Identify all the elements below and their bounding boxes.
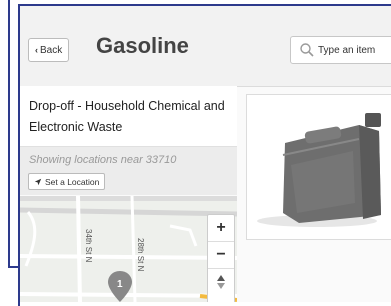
facility-list-item[interactable]: Drop-off - Household Chemical and Electr… (20, 86, 237, 147)
product-image-card (246, 94, 391, 240)
app-window: ‹ Back Gasoline Drop-off - Household Che… (20, 6, 391, 302)
back-button-label: Back (40, 44, 63, 56)
compass-icon (217, 275, 225, 289)
map-canvas: 34th St N 28th St N 1 (20, 196, 237, 302)
facility-name: Drop-off - Household Chemical and Electr… (29, 99, 225, 134)
map-marker-label: 1 (117, 279, 123, 290)
header-bar: ‹ Back Gasoline (20, 6, 391, 87)
jerrycan-image (257, 113, 381, 227)
zoom-in-button[interactable]: + (208, 215, 234, 242)
map-view[interactable]: 34th St N 28th St N 1 + − (20, 196, 237, 302)
set-location-button[interactable]: Set a Location (28, 173, 106, 190)
page-title: Gasoline (96, 33, 189, 58)
frame-border-left (8, 0, 10, 268)
street-label-34th: 34th St N (84, 229, 93, 263)
set-location-label: Set a Location (45, 176, 100, 187)
chevron-left-icon: ‹ (35, 45, 38, 55)
search-icon (300, 43, 314, 57)
showing-locations-text: Showing locations near 33710 (29, 154, 177, 166)
search-box[interactable] (290, 36, 391, 64)
location-filter: Showing locations near 33710 Set a Locat… (20, 147, 237, 195)
back-button[interactable]: ‹ Back (28, 38, 70, 62)
street-label-28th: 28th St N (136, 238, 145, 272)
search-input[interactable] (318, 44, 391, 56)
zoom-control: + − (207, 214, 235, 302)
location-arrow-icon (34, 178, 42, 185)
zoom-out-button[interactable]: − (208, 242, 234, 269)
compass-button[interactable] (208, 269, 234, 295)
